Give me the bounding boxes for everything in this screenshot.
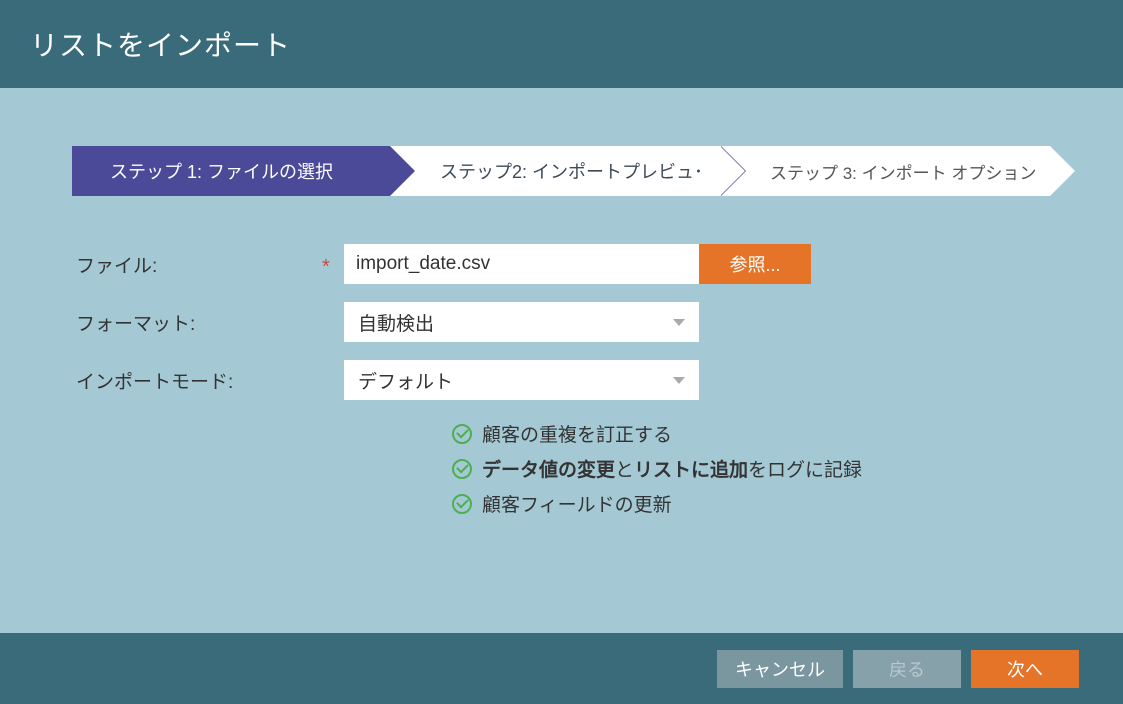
check-icon	[452, 459, 472, 479]
format-value: 自動検出	[358, 309, 434, 336]
back-button: 戻る	[853, 650, 961, 688]
browse-button[interactable]: 参照...	[699, 244, 811, 284]
step-3-import-options[interactable]: ステップ 3: インポート オプション	[720, 146, 1051, 196]
chevron-down-icon	[673, 377, 685, 384]
option-log-changes: データ値の変更とリストに追加をログに記録	[452, 455, 1051, 482]
format-label: フォーマット:	[72, 309, 322, 336]
dialog-footer: キャンセル 戻る 次へ	[0, 633, 1123, 704]
dialog-title: リストをインポート	[30, 24, 291, 64]
option-dedupe: 顧客の重複を訂正する	[452, 420, 1051, 447]
chevron-down-icon	[673, 319, 685, 326]
mode-options: 顧客の重複を訂正する データ値の変更とリストに追加をログに記録 顧客フィールドの…	[452, 420, 1051, 517]
option-text: 顧客フィールドの更新	[482, 490, 672, 517]
bold-text: データ値の変更	[482, 460, 615, 481]
format-row: フォーマット: 自動検出	[72, 302, 1051, 342]
mode-value: デフォルト	[358, 367, 453, 394]
mode-label: インポートモード:	[72, 367, 322, 394]
bold-text: リストに追加	[634, 460, 748, 481]
step-2-label: ステップ2: インポートプレビュ･	[440, 158, 703, 184]
step-1-label: ステップ 1: ファイルの選択	[110, 158, 333, 184]
option-text: 顧客の重複を訂正する	[482, 420, 672, 447]
file-input[interactable]	[344, 244, 699, 284]
option-text: データ値の変更とリストに追加をログに記録	[482, 455, 862, 482]
check-icon	[452, 424, 472, 444]
step-1-file-select[interactable]: ステップ 1: ファイルの選択	[72, 146, 390, 196]
mode-select[interactable]: デフォルト	[344, 360, 699, 400]
option-update-fields: 顧客フィールドの更新	[452, 490, 1051, 517]
next-button[interactable]: 次へ	[971, 650, 1079, 688]
step-2-import-preview[interactable]: ステップ2: インポートプレビュ･	[390, 146, 720, 196]
cancel-button[interactable]: キャンセル	[717, 650, 843, 688]
required-icon: *	[322, 251, 344, 277]
check-icon	[452, 494, 472, 514]
dialog-header: リストをインポート	[0, 0, 1123, 88]
file-label: ファイル:	[72, 251, 322, 278]
format-select[interactable]: 自動検出	[344, 302, 699, 342]
mode-row: インポートモード: デフォルト	[72, 360, 1051, 400]
dialog-body: ステップ 1: ファイルの選択 ステップ2: インポートプレビュ･ ステップ 3…	[0, 88, 1123, 633]
file-row: ファイル: * 参照...	[72, 244, 1051, 284]
step-3-label: ステップ 3: インポート オプション	[770, 159, 1036, 184]
wizard-steps: ステップ 1: ファイルの選択 ステップ2: インポートプレビュ･ ステップ 3…	[72, 146, 1051, 196]
